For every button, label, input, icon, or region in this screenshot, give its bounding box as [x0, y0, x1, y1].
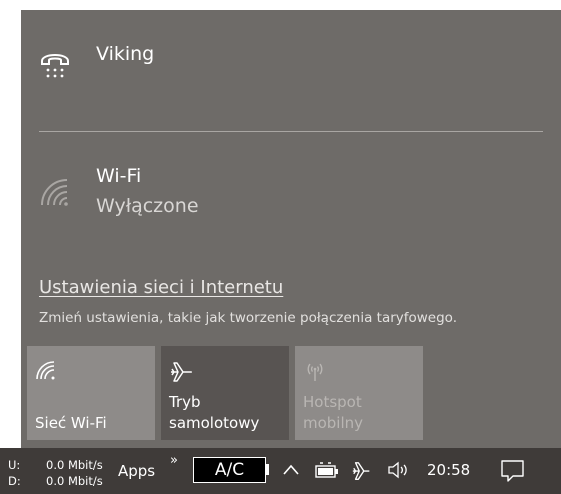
divider [39, 131, 543, 132]
tile-label: Sieć Wi-Fi [35, 414, 107, 432]
toolbar-overflow-chevron[interactable]: » [170, 453, 178, 468]
battery-terminal [266, 464, 269, 475]
wifi-icon [39, 177, 71, 211]
quick-action-mobile-hotspot[interactable]: Hotspot mobilny [295, 346, 423, 440]
network-name: Wi-Fi [96, 165, 142, 187]
battery-charging-icon[interactable] [314, 462, 340, 484]
tile-label: Hotspot mobilny [303, 393, 364, 432]
airplane-icon [169, 360, 193, 388]
download-label: D: [8, 474, 21, 488]
hotspot-icon [303, 360, 327, 386]
ac-battery-indicator[interactable]: A/C [193, 457, 266, 483]
airplane-icon[interactable] [350, 460, 374, 486]
network-flyout: Viking Wi-Fi Wyłączone Ustawienia sieci … [21, 10, 561, 448]
network-status: Wyłączone [96, 195, 199, 217]
quick-action-airplane-mode[interactable]: Tryb samolotowy [161, 346, 289, 440]
upload-speed: 0.0 Mbit/s [46, 458, 103, 472]
network-settings-description: Zmień ustawienia, takie jak tworzenie po… [39, 310, 457, 326]
network-item-wifi[interactable]: Wi-Fi Wyłączone [21, 135, 561, 245]
tile-label: Tryb samolotowy [169, 393, 260, 432]
notification-center-icon[interactable] [500, 459, 526, 487]
download-speed: 0.0 Mbit/s [46, 474, 103, 488]
dialup-phone-icon [39, 50, 71, 84]
wifi-icon [35, 360, 57, 384]
network-item-viking[interactable]: Viking [21, 10, 561, 130]
upload-label: U: [8, 458, 21, 472]
network-settings-link[interactable]: Ustawienia sieci i Internetu [39, 277, 283, 298]
apps-toolbar-button[interactable]: Apps [118, 462, 155, 480]
clock[interactable]: 20:58 [427, 461, 470, 479]
taskbar: U: 0.0 Mbit/s D: 0.0 Mbit/s Apps » A/C 2… [0, 448, 561, 494]
volume-icon[interactable] [386, 460, 410, 484]
chevron-up-icon[interactable] [282, 460, 300, 484]
quick-action-wifi[interactable]: Sieć Wi-Fi [27, 346, 155, 440]
network-name: Viking [96, 43, 155, 65]
